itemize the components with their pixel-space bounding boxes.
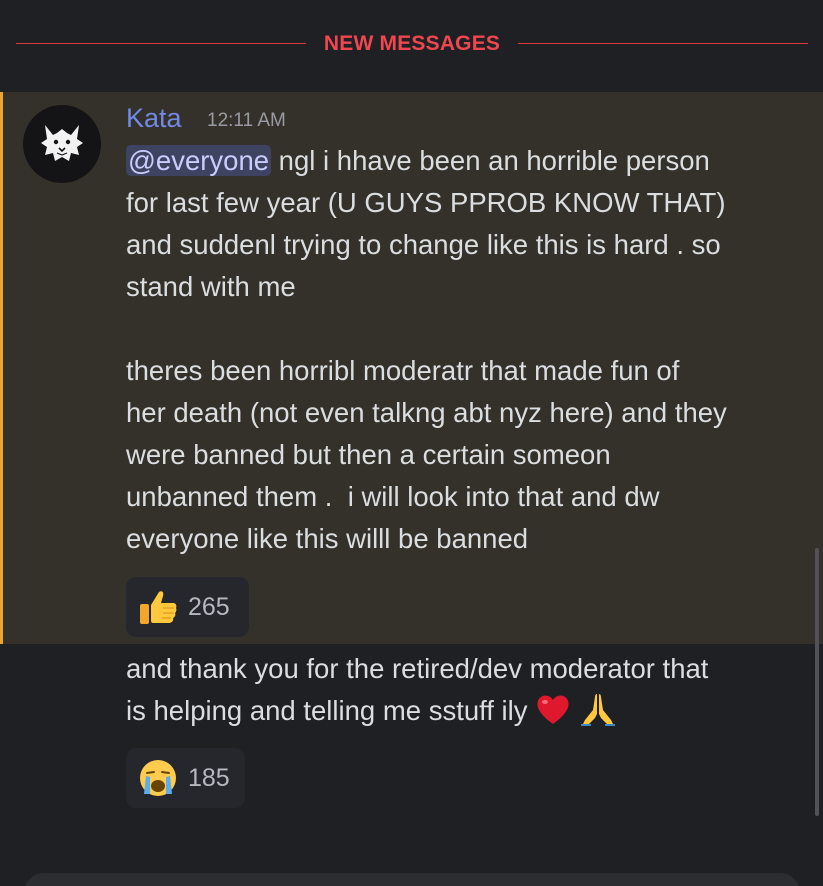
crying-face-icon	[136, 756, 180, 800]
message-line: and suddenl trying to change like this i…	[126, 229, 721, 260]
scrollbar[interactable]	[815, 548, 819, 816]
wolf-avatar-icon	[41, 125, 83, 161]
divider-line-right	[518, 43, 809, 44]
message-paragraph-1: @everyone ngl i hhave been an horrible p…	[126, 140, 816, 308]
thumbs-up-icon	[136, 585, 180, 629]
reaction-crying-face[interactable]: 185	[126, 748, 245, 808]
message-paragraph-2: theres been horribl moderatr that made f…	[126, 350, 816, 560]
new-messages-divider: NEW MESSAGES	[16, 32, 809, 55]
reaction-thumbs-up[interactable]: 265	[126, 577, 249, 637]
message-line: ngl i hhave been an horrible person	[271, 145, 710, 176]
new-messages-label: NEW MESSAGES	[323, 32, 501, 55]
message-line: unbanned them . i will look into that an…	[126, 481, 660, 512]
message-composer[interactable]	[24, 873, 800, 886]
followup-message: and thank you for the retired/dev modera…	[126, 648, 816, 738]
reaction-count: 185	[188, 763, 230, 792]
message-line: is helping and telling me sstuff ily	[126, 695, 528, 726]
new-messages-area: NEW MESSAGES	[0, 0, 823, 92]
red-heart-icon	[535, 692, 571, 738]
message-line: theres been horribl moderatr that made f…	[126, 355, 680, 386]
message-author[interactable]: Kata	[126, 103, 182, 134]
mention-highlight-bar	[0, 92, 3, 644]
avatar[interactable]	[23, 105, 101, 183]
chat-view: NEW MESSAGES Kata 12:11 AM @everyone ngl…	[0, 0, 823, 886]
message-line: and thank you for the retired/dev modera…	[126, 653, 709, 684]
message-timestamp: 12:11 AM	[207, 110, 286, 131]
reaction-count: 265	[188, 592, 230, 621]
message-line: stand with me	[126, 271, 296, 302]
folded-hands-icon	[579, 692, 617, 738]
message-line: her death (not even talkng abt nyz here)…	[126, 397, 727, 428]
message-line: for last few year (U GUYS PPROB KNOW THA…	[126, 187, 726, 218]
everyone-mention[interactable]: @everyone	[126, 145, 272, 176]
message-line: were banned but then a certain someon	[126, 439, 611, 470]
message-line: everyone like this willl be banned	[126, 523, 529, 554]
divider-line-left	[16, 43, 306, 44]
